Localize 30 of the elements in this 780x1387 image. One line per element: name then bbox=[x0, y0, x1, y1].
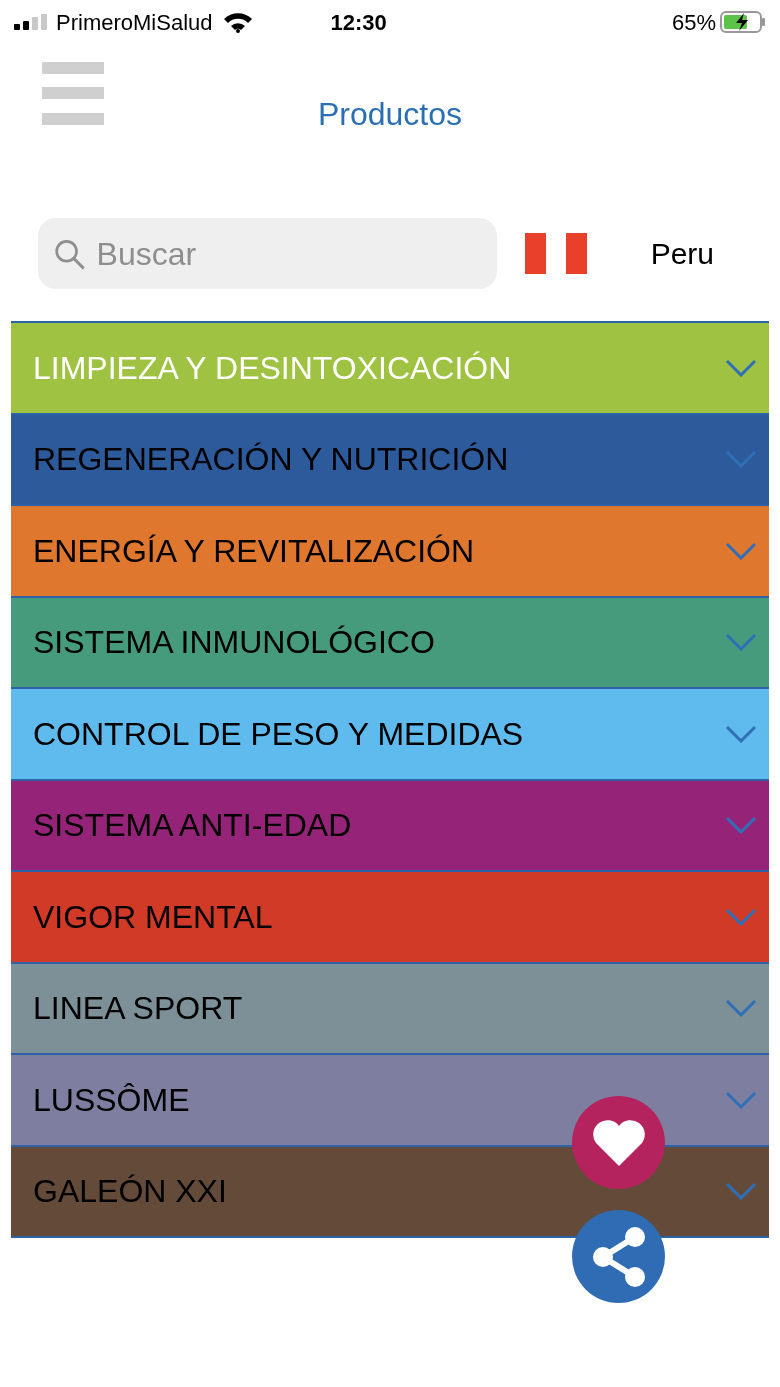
chevron-down-icon bbox=[725, 907, 757, 926]
category-row[interactable]: LUSSÔME bbox=[11, 1055, 769, 1147]
category-row[interactable]: SISTEMA INMUNOLÓGICO bbox=[11, 597, 769, 689]
chevron-down-icon bbox=[725, 1182, 757, 1201]
search-input[interactable]: Buscar bbox=[96, 229, 481, 278]
chevron-down-icon bbox=[725, 724, 757, 743]
category-row[interactable]: VIGOR MENTAL bbox=[11, 872, 769, 964]
chevron-down-icon bbox=[725, 633, 757, 652]
chevron-down-icon bbox=[725, 541, 757, 560]
country-name[interactable]: Peru bbox=[650, 231, 714, 276]
wifi-icon bbox=[222, 11, 253, 33]
category-row[interactable]: ENERGÍA Y REVITALIZACIÓN bbox=[11, 506, 769, 598]
clock-time: 12:30 bbox=[330, 8, 387, 37]
chevron-down-icon bbox=[725, 999, 757, 1018]
signal-icon bbox=[14, 14, 48, 30]
carrier-name: PrimeroMiSalud bbox=[56, 8, 213, 37]
flag-icon[interactable] bbox=[525, 233, 587, 274]
chevron-down-icon bbox=[725, 450, 757, 469]
chevron-down-icon bbox=[725, 816, 757, 835]
search-field[interactable]: Buscar bbox=[38, 218, 497, 289]
heart-icon bbox=[590, 1118, 647, 1167]
chevron-down-icon bbox=[725, 1090, 757, 1109]
category-row[interactable]: LINEA SPORT bbox=[11, 963, 769, 1055]
category-row[interactable]: SISTEMA ANTI-EDAD bbox=[11, 780, 769, 872]
chevron-down-icon bbox=[725, 358, 757, 377]
page-title: Productos bbox=[317, 98, 463, 130]
category-row[interactable]: CONTROL DE PESO Y MEDIDAS bbox=[11, 689, 769, 781]
battery-percentage: 65% bbox=[671, 8, 716, 37]
category-row[interactable]: REGENERACIÓN Y NUTRICIÓN bbox=[11, 414, 769, 506]
battery-charging-icon bbox=[720, 11, 766, 33]
